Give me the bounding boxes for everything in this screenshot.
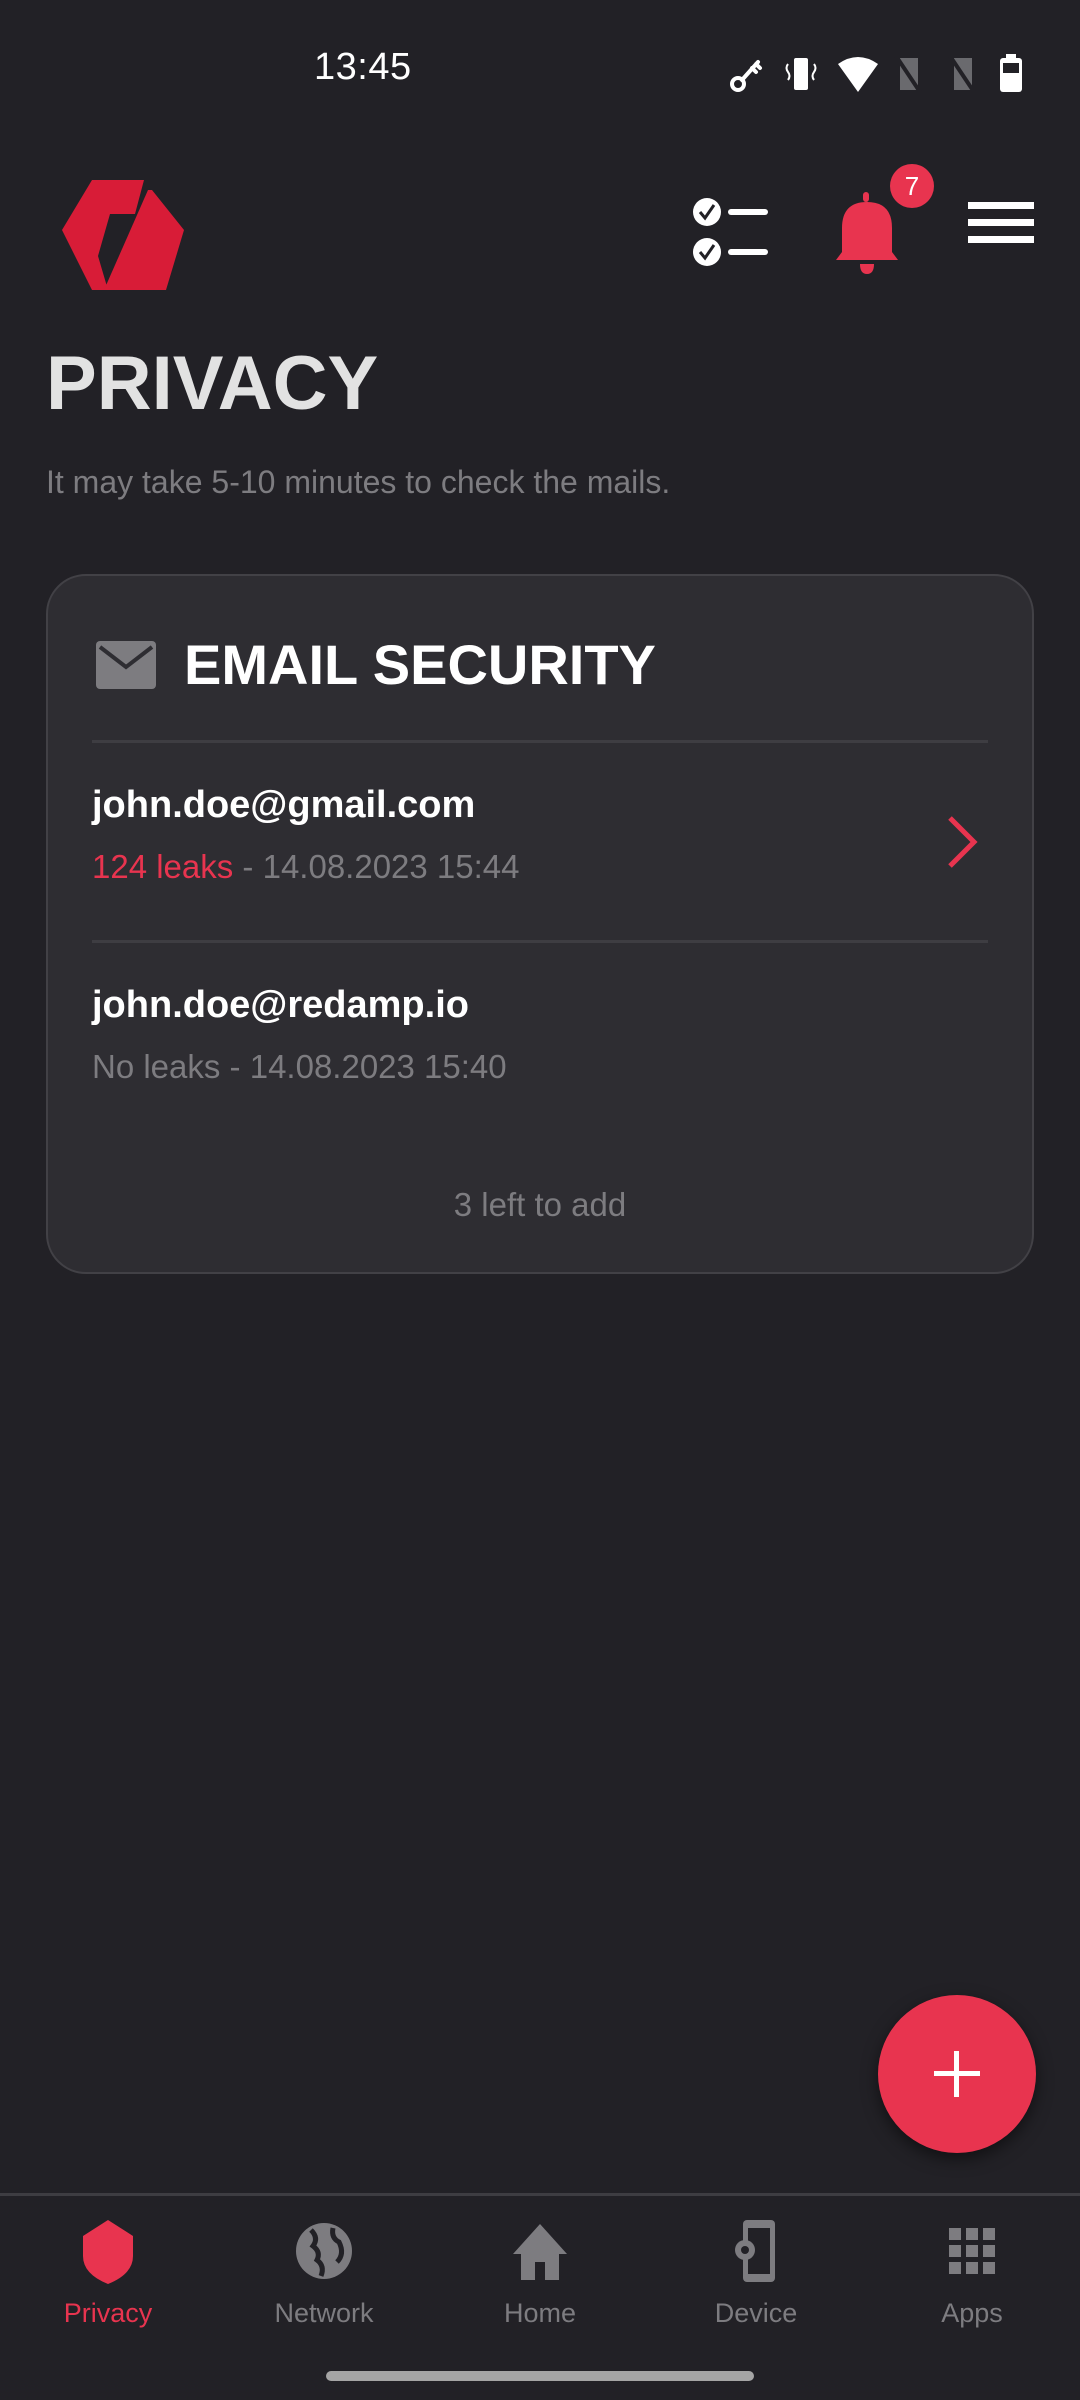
nav-label: Device	[714, 2298, 798, 2328]
nav-label: Home	[503, 2298, 577, 2328]
home-indicator[interactable]	[326, 2371, 754, 2381]
leaks-count: 124 leaks	[92, 848, 234, 885]
email-list-item[interactable]: john.doe@redamp.io No leaks - 14.08.2023…	[92, 944, 988, 1140]
divider	[92, 740, 988, 743]
nav-label: Network	[274, 2298, 374, 2328]
page-title: PRIVACY	[46, 341, 379, 426]
nav-label: Privacy	[63, 2298, 153, 2328]
card-title: EMAIL SECURITY	[184, 633, 656, 696]
nav-item-apps[interactable]: Apps	[882, 2216, 1062, 2336]
status-bar: 13:45	[0, 0, 1080, 140]
mail-icon	[96, 640, 156, 689]
status-time: 13:45	[314, 46, 412, 88]
redamp-logo[interactable]	[60, 170, 190, 290]
nav-label: Apps	[941, 2298, 1003, 2328]
vibrate-icon	[782, 54, 820, 94]
home-icon	[513, 2224, 567, 2280]
tasks-checklist-icon	[693, 198, 768, 266]
apps-grid-icon	[949, 2228, 995, 2274]
no-sim-icon	[890, 54, 928, 94]
check-timestamp: 14.08.2023 15:40	[249, 1048, 507, 1085]
wifi-icon	[836, 54, 878, 94]
plus-icon	[934, 2051, 980, 2097]
page-subtitle: It may take 5-10 minutes to check the ma…	[46, 464, 671, 500]
email-status: No leaks - 14.08.2023 15:40	[92, 1048, 507, 1086]
status-icons	[728, 54, 1036, 94]
email-list-item[interactable]: john.doe@gmail.com 124 leaks - 14.08.202…	[92, 744, 988, 940]
nav-item-device[interactable]: Device	[666, 2216, 846, 2336]
shield-icon	[83, 2220, 133, 2284]
notification-badge: 7	[890, 164, 934, 208]
nav-item-privacy[interactable]: Privacy	[18, 2216, 198, 2336]
check-timestamp: 14.08.2023 15:44	[262, 848, 520, 885]
hamburger-menu-icon	[968, 202, 1034, 243]
email-address: john.doe@redamp.io	[92, 984, 469, 1026]
hamburger-menu-button[interactable]	[966, 200, 1036, 250]
notifications-button[interactable]	[832, 188, 902, 278]
email-status: 124 leaks - 14.08.2023 15:44	[92, 848, 520, 886]
bottom-navigation: Privacy Network Home Device Apps	[0, 2193, 1080, 2400]
remaining-slots-text: 3 left to add	[453, 1186, 627, 1223]
nav-item-home[interactable]: Home	[450, 2216, 630, 2336]
globe-icon	[296, 2223, 352, 2279]
status-separator: -	[233, 848, 263, 885]
card-header: EMAIL SECURITY	[96, 632, 656, 697]
divider	[92, 940, 988, 943]
bell-icon	[836, 192, 898, 274]
email-address: john.doe@gmail.com	[92, 784, 476, 826]
nav-item-network[interactable]: Network	[234, 2216, 414, 2336]
add-email-button[interactable]	[878, 1995, 1036, 2153]
tasks-checklist-button[interactable]	[690, 190, 770, 270]
chevron-right-icon[interactable]	[942, 814, 982, 870]
device-settings-icon	[735, 2220, 775, 2282]
battery-icon	[998, 54, 1036, 94]
leaks-count: No leaks	[92, 1048, 221, 1085]
email-security-card: EMAIL SECURITY john.doe@gmail.com 124 le…	[46, 574, 1034, 1274]
status-separator: -	[220, 1048, 250, 1085]
no-sim-icon	[944, 54, 982, 94]
vpn-key-icon	[728, 54, 766, 94]
